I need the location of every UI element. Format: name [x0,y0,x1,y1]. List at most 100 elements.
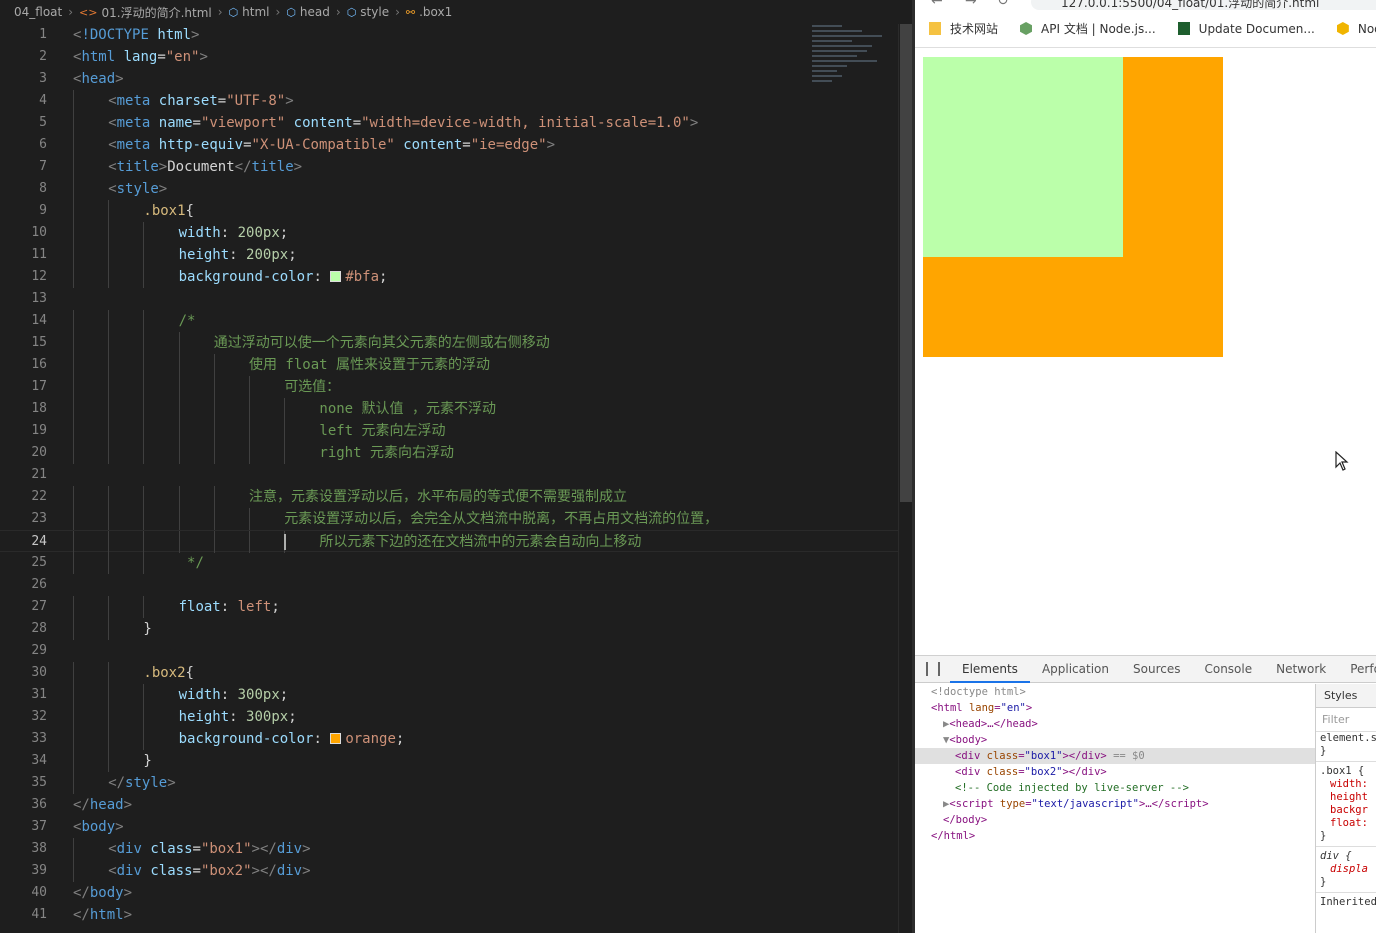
code-line[interactable]: 9 .box1{ [0,200,898,222]
code-line[interactable]: 2 <html lang="en"> [0,46,898,68]
back-icon[interactable]: ← [931,0,943,9]
elements-dom-tree[interactable]: <!doctype html> <html lang="en"> ▶<head>…<… [915,684,1315,933]
indent-guide [178,442,180,464]
bookmark-item[interactable]: Update Documen... [1177,20,1315,37]
code-line[interactable]: 40 </body> [0,882,898,904]
code-line[interactable]: 17 可选值： [0,376,898,398]
breadcrumb-item[interactable]: ⚯ .box1 [406,5,452,19]
code-text: 可选值： [284,379,341,395]
dom-node[interactable]: <div class="box2"></div> [915,764,1315,780]
devtools-tab-console[interactable]: Console [1192,656,1264,683]
bookmark-item[interactable]: 技术网站 [929,20,998,37]
styles-filter-input[interactable]: Filter [1316,708,1376,732]
dom-node[interactable]: ▶<head>…</head> [915,716,1315,732]
indent-guide [143,486,145,508]
code-lines[interactable]: 1 <!DOCTYPE html> 2 <html lang="en"> 3 <head>… [0,24,898,926]
line-number: 35 [31,775,47,790]
code-line[interactable]: 5 <meta name="viewport" content="width=de… [0,112,898,134]
bookmark-item[interactable]: Nod [1336,20,1376,37]
code-line[interactable]: 18 none 默认值 ，元素不浮动 [0,398,898,420]
breadcrumb-item[interactable]: ⬡ html [229,5,270,19]
code-line[interactable]: 32 height: 300px; [0,706,898,728]
dom-node[interactable]: ▶<script type="text/javascript">…</scrip… [915,796,1315,812]
code-line[interactable]: 1 <!DOCTYPE html> [0,24,898,46]
code-line[interactable]: 36 </head> [0,794,898,816]
minimap[interactable] [812,22,896,112]
color-swatch[interactable] [330,733,342,744]
editor-scrollbar[interactable] [898,24,912,933]
styles-tab[interactable]: Styles [1316,684,1376,708]
code-line[interactable]: 15 通过浮动可以使一个元素向其父元素的左侧或右侧移动 [0,332,898,354]
code-line[interactable]: 31 width: 300px; [0,684,898,706]
dom-node[interactable]: <html lang="en"> [915,700,1315,716]
code-line[interactable]: 7 <title>Document</title> [0,156,898,178]
code-line[interactable]: 4 <meta charset="UTF-8"> [0,90,898,112]
code-line[interactable]: 35 </style> [0,772,898,794]
code-line[interactable]: 24 所以元素下边的还在文档流中的元素会自动向上移动 [0,530,898,553]
scrollbar-thumb[interactable] [900,24,912,502]
line-number: 2 [39,49,47,64]
code-line[interactable]: 22 注意，元素设置浮动以后，水平布局的等式便不需要强制成立 [0,486,898,508]
code-line[interactable]: 6 <meta http-equiv="X-UA-Compatible" cont… [0,134,898,156]
code-line[interactable]: 38 <div class="box1"></div> [0,838,898,860]
indent-guide [73,200,74,222]
code-line[interactable]: 13 [0,288,898,310]
code-text: <html lang="en"> [73,49,208,65]
inspect-element-icon[interactable] [926,662,928,676]
code-line[interactable]: 27 float: left; [0,596,898,618]
code-line[interactable]: 23 元素设置浮动以后，会完全从文档流中脱离，不再占用文档流的位置， [0,508,898,530]
line-number: 4 [39,93,47,108]
code-line[interactable]: 25 */ [0,552,898,574]
dom-node[interactable]: </body> [915,812,1315,828]
breadcrumb: 04_float › <> 01.浮动的简介.html › ⬡ html › ⬡ head › ⬡ st… [0,0,912,24]
style-rule-line: } [1320,876,1327,888]
code-line[interactable]: 19 left 元素向左浮动 [0,420,898,442]
breadcrumb-item[interactable]: ⬡ style [347,5,389,19]
code-line[interactable]: 30 .box2{ [0,662,898,684]
code-line[interactable]: 3 <head> [0,68,898,90]
devtools-tab-sources[interactable]: Sources [1121,656,1192,683]
code-line[interactable]: 11 height: 200px; [0,244,898,266]
code-line[interactable]: 28} [0,618,898,640]
code-line[interactable]: 41 </html> [0,904,898,926]
code-line[interactable]: 39 <div class="box2"></div> [0,860,898,882]
code-line[interactable]: 34} [0,750,898,772]
breadcrumb-item[interactable]: 04_float [14,5,62,19]
code-line[interactable]: 26 [0,574,898,596]
url-bar[interactable]: 127.0.0.1:5500/04_float/01.浮动的简介.html [1031,0,1376,10]
reload-icon[interactable]: ↻ [997,0,1009,9]
code-line[interactable]: 37 <body> [0,816,898,838]
dom-node[interactable]: <div class="box1"></div> == $0 [915,748,1315,764]
breadcrumb-item[interactable]: ⬡ head [286,5,330,19]
device-toolbar-icon[interactable] [938,662,940,676]
code-line[interactable]: 21 [0,464,898,486]
forward-icon[interactable]: → [965,0,977,9]
text-cursor [284,534,287,550]
devtools-tab-perfo[interactable]: Perfo [1338,656,1376,683]
mouse-pointer-icon [1335,451,1349,471]
code-line[interactable]: 8 <style> [0,178,898,200]
bookmark-item[interactable]: API 文档 | Node.js... [1020,20,1156,37]
indent-guide [143,508,145,530]
code-line[interactable]: 14 /* [0,310,898,332]
code-line[interactable]: 12 background-color: #bfa; [0,266,898,288]
line-number: 27 [31,599,47,614]
code-text: </html> [73,907,133,923]
devtools-tabs: Elements Application Sources Console Network… [915,656,1376,683]
code-editor[interactable]: 04_float › <> 01.浮动的简介.html › ⬡ html › ⬡ head › ⬡ st… [0,0,912,933]
devtools-tab-application[interactable]: Application [1030,656,1121,683]
color-swatch[interactable] [330,271,342,282]
code-line[interactable]: 10 width: 200px; [0,222,898,244]
dom-node[interactable]: <!-- Code injected by live-server --> [915,780,1315,796]
indent-guide [108,354,110,376]
breadcrumb-item[interactable]: <> 01.浮动的简介.html [79,4,212,21]
code-line[interactable]: 33 background-color: orange; [0,728,898,750]
dom-node[interactable]: </html> [915,828,1315,844]
code-line[interactable]: 20 right 元素向右浮动 [0,442,898,464]
dom-node[interactable]: <!doctype html> [915,684,1315,700]
code-line[interactable]: 29 [0,640,898,662]
devtools-tab-network[interactable]: Network [1264,656,1338,683]
code-line[interactable]: 16 使用 float 属性来设置于元素的浮动 [0,354,898,376]
devtools-tab-elements[interactable]: Elements [950,656,1030,683]
dom-node[interactable]: ▼<body> [915,732,1315,748]
